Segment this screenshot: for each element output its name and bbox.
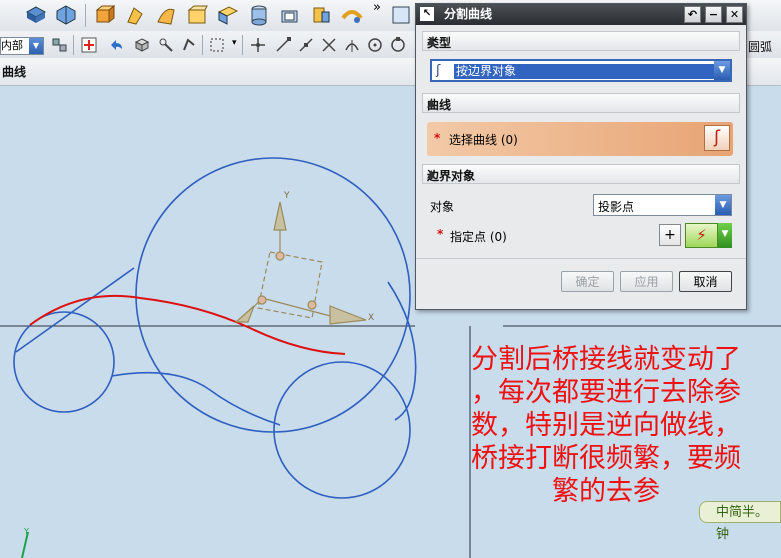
cube-select-icon[interactable] [133,36,151,54]
dropdown-arrow-icon[interactable]: ▾ [232,38,237,48]
shell-icon[interactable] [279,4,301,26]
chevron-down-icon[interactable]: ▼ [714,61,730,80]
body-select-icon[interactable] [180,36,198,54]
annotation-line: 分割后桥接线就变动了 [471,344,741,375]
csys-handle [234,201,367,325]
split-target-curve [29,294,346,355]
watermark-badge: 中简半。钟 [699,501,781,542]
chevron-down-icon[interactable]: ▼ [718,223,732,248]
boundary-section-header[interactable]: 边界对象 ▲ [422,164,740,184]
mesh-surface-icon[interactable] [217,4,239,26]
sketch-icon[interactable] [390,4,412,26]
undo-icon[interactable] [107,36,125,54]
block-icon[interactable] [93,4,115,26]
blend-icon[interactable] [341,4,363,26]
feature-select-icon[interactable] [157,36,175,54]
abs-y-label: Y [23,527,29,536]
lower-bridge-curve [111,371,281,426]
pin-icon[interactable]: ↖ [420,7,434,21]
intersection-icon[interactable] [320,36,338,54]
chevron-down-icon[interactable]: ▼ [29,38,43,54]
end-point-icon[interactable] [274,36,292,54]
apply-button[interactable]: 应用 [620,271,673,292]
small-left-circle-curve [13,311,115,413]
large-circle-curve [135,157,411,433]
view-orient-icon[interactable] [25,4,47,26]
csys-y-label: Y [283,191,290,201]
cancel-button[interactable]: 取消 [679,271,732,292]
extrude-icon[interactable] [124,4,146,26]
curve-select-icon[interactable]: ʃ [704,125,730,151]
cylinder-icon[interactable] [248,4,270,26]
render-style-icon[interactable] [55,4,77,26]
minimize-button[interactable]: − [705,6,722,23]
point-inferred-icon[interactable]: ⚡ [685,223,718,248]
filter-icon[interactable] [51,36,69,54]
select-curve-row[interactable]: * 选择曲线 (0) ʃ [427,122,733,156]
curve-section-header[interactable]: 曲线 ▲ [422,93,740,113]
arc-center-icon[interactable] [343,36,361,54]
object-dropdown-value: 投影点 [598,200,635,214]
type-section-header[interactable]: 类型 ▲ [422,31,740,51]
mid-point-icon[interactable] [297,36,315,54]
annotation-line: ，每次都要进行去除参 [471,377,741,408]
type-dropdown[interactable]: ʃ 按边界对象 ▼ [430,59,732,82]
dialog-title-bar[interactable]: ↖ 分割曲线 ↶ − ✕ [416,4,746,25]
csys-x-label: X [368,313,374,323]
object-label: 对象 [430,200,455,214]
upper-bridge-curve [15,267,135,353]
move-snap-icon[interactable] [249,36,267,54]
annotation-line: 桥接打断很频繁，要频 [471,443,741,474]
arc-tool-label[interactable]: 圆弧 [748,38,772,55]
quadrant-point-icon[interactable] [389,36,407,54]
selection-scope-value: 内部 [1,39,23,52]
thicken-icon[interactable] [310,4,332,26]
dialog-title: 分割曲线 [444,7,493,21]
object-dropdown[interactable]: 投影点 ▼ [593,194,732,216]
chevron-down-icon[interactable]: ▼ [715,195,731,215]
close-button[interactable]: ✕ [726,6,743,23]
type-dropdown-value: 按边界对象 [454,64,716,79]
circle-center-icon[interactable] [366,36,384,54]
collapse-icon[interactable]: ▲ [427,34,733,47]
collapse-icon[interactable]: ▲ [427,96,733,109]
point-dialog-icon[interactable]: + [659,224,681,246]
required-marker: * [434,131,441,145]
sweep-icon[interactable] [186,4,208,26]
collapse-icon[interactable]: ▲ [427,167,733,180]
ok-button[interactable]: 确定 [561,271,614,292]
curve-type-icon: ʃ [436,63,441,78]
annotation-line: 数，特别是逆向做线， [471,410,741,441]
select-curve-label: 选择曲线 (0) [449,133,518,147]
specify-point-label: 指定点 (0) [450,230,507,244]
snap-point-icon[interactable] [80,36,98,54]
box-select-icon[interactable] [208,36,226,54]
selection-scope-dropdown[interactable]: 内部 ▼ [0,37,44,55]
revolve-icon[interactable] [155,4,177,26]
reset-button[interactable]: ↶ [684,6,701,23]
current-command-label: 曲线 [2,65,27,79]
annotation-note: 分割后桥接线就变动了 ，每次都要进行去除参 数，特别是逆向做线， 桥接打断很频繁… [426,343,781,508]
split-curve-dialog: ↖ 分割曲线 ↶ − ✕ 类型 ▲ ʃ 按边界对象 ▼ 曲线 ▲ * 选择曲线 … [415,3,747,310]
toolbar-overflow-icon[interactable]: » [373,0,381,15]
required-marker: * [437,227,444,241]
